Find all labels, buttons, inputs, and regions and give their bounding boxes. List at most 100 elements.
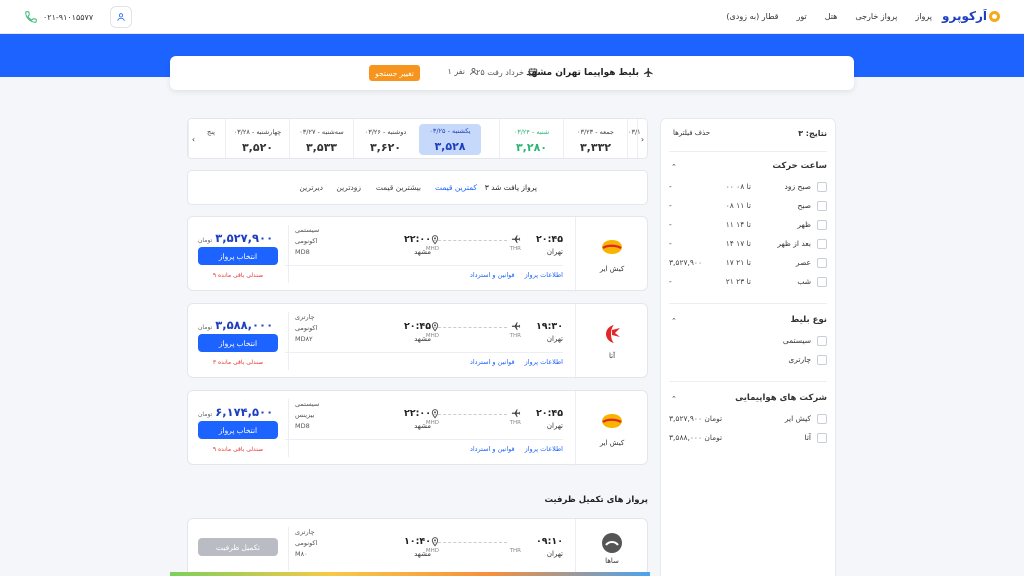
chevron-right-icon[interactable]: › [637,119,647,158]
time-filter-row[interactable]: عصر ۱۷ تا ۲۱ ۳,۵۲۷,۹۰۰ [669,257,827,271]
checkbox[interactable] [817,220,827,230]
ticket-type: چارتری [295,313,315,321]
select-flight-button[interactable]: انتخاب پرواز [198,247,278,265]
checkbox[interactable] [817,277,827,287]
time-filter-row[interactable]: ظهر ۱۱ تا ۱۴- [669,219,827,233]
airline-name: کیش ایر [599,265,625,273]
site-logo[interactable]: اَرکوپرو [942,9,1000,23]
flight-card: کیش ایر ۲۰:۴۵ تهران THR MHD ۲۲:۰۰ مشهد ا… [187,390,648,466]
date-cell[interactable]: جمعه - ۰۳/۲۳ ۳,۳۳۲ [563,119,627,158]
flight-info-link[interactable]: اطلاعات پرواز [525,271,563,279]
full-capacity-button: تکمیل ظرفیت [198,538,278,556]
route-block: ۲۰:۴۵ تهران THR MHD ۲۲:۰۰ مشهد [373,391,563,466]
sort-latest[interactable]: دیرترین [299,183,323,192]
departure-city: تهران [546,335,563,343]
flight-info-link[interactable]: اطلاعات پرواز [525,445,563,453]
search-title: بلیط هواپیما تهران مشهد [526,67,639,78]
location-pin-icon [431,537,439,547]
nav-tour[interactable]: تور [796,12,806,21]
date-cell[interactable]: سه‌شنبه - ۰۳/۲۷ ۳,۵۳۳ [289,119,353,158]
cabin-class: بیزینس [295,411,315,419]
flight-meta: چارتری اکونومی MD۸۲ [288,312,378,370]
checkbox[interactable] [817,182,827,192]
chevron-up-icon[interactable]: ⌃ [671,395,677,403]
airline-filter-row[interactable]: کیش ایر ۳,۵۲۷,۹۰۰ تومان [669,413,827,427]
sort-cheapest[interactable]: کمترین قیمت [435,183,477,192]
support-phone[interactable]: ۰۲۱-۹۱۰۱۵۵۷۷ [24,10,93,24]
sort-earliest[interactable]: زودترین [336,183,361,192]
select-flight-button[interactable]: انتخاب پرواز [198,421,278,439]
price: ۳,۵۲۷,۹۰۰ تومان [198,231,278,245]
departure-time: ۱۹:۳۰ [536,321,563,332]
date-price-bar: › ۰۳/۱ جمعه - ۰۳/۲۳ ۳,۳۳۲ شنبه - ۰۳/۲۴ ۳,۲… [187,118,648,159]
date-cell-selected[interactable]: یکشنبه - ۰۳/۲۵ ۳,۵۲۸ [419,124,481,155]
date-cell[interactable]: چهارشنبه - ۰۳/۲۸ ۳,۵۲۰ [225,119,289,158]
date-cell[interactable]: ۰۳/۱ [627,119,641,158]
time-filter-row[interactable]: صبح ۰۸ تا ۱۱- [669,200,827,214]
checkbox[interactable] [817,336,827,346]
aircraft: M۸۰ [295,550,308,558]
departure-city: تهران [546,550,563,558]
ticket-type-row[interactable]: چارتری [669,354,827,368]
checkbox[interactable] [817,414,827,424]
price-value: ۶,۱۷۴,۵۰۰ [215,405,274,419]
checkbox[interactable] [817,239,827,249]
flight-meta: سیستمی اکونومی MD8 [288,225,378,283]
clear-filters-link[interactable]: حذف فیلترها [673,129,710,137]
seats-left: ۳ صندلی باقی مانده [212,359,264,366]
departure-code: THR [509,333,521,339]
checkbox[interactable] [817,201,827,211]
user-account-button[interactable] [110,6,132,28]
airplane-icon [643,67,653,78]
flight-links: اطلاعات پرواز قوانین و استرداد [470,358,563,366]
flight-meta: چارتری اکونومی M۸۰ [288,527,378,571]
checkbox[interactable] [817,258,827,268]
airline-block: کیش ایر [575,391,647,466]
logo-mark [989,10,1000,22]
kish-air-logo-icon [602,240,622,254]
time-filter-row[interactable]: شب ۲۱ تا ۲۳- [669,276,827,290]
airline-filter-title: شرکت های هواپیمایی [735,393,827,403]
time-filter-row[interactable]: بعد از ظهر ۱۴ تا ۱۷- [669,238,827,252]
time-filter-title: ساعت حرکت [772,161,827,171]
arrival-city: مشهد [414,422,431,430]
checkbox[interactable] [817,355,827,365]
ticket-type-row[interactable]: سیستمی [669,335,827,349]
sort-most-expensive[interactable]: بیشترین قیمت [376,183,421,192]
nav-flight[interactable]: پرواز [915,12,932,21]
search-passengers: ۱ نفر [447,67,478,76]
date-cell-cheapest[interactable]: شنبه - ۰۳/۲۴ ۳,۲۸۰ [499,119,563,158]
location-pin-icon [431,322,439,332]
refund-rules-link[interactable]: قوانین و استرداد [470,445,515,453]
select-flight-button[interactable]: انتخاب پرواز [198,334,278,352]
nav-intl-flight[interactable]: پرواز خارجی [855,12,897,21]
date-cell[interactable]: پنج [196,119,225,158]
chevron-up-icon[interactable]: ⌃ [671,317,677,325]
cabin-class: اکونومی [295,324,318,332]
ticket-type: چارتری [295,528,315,536]
ata-logo-icon [606,325,620,343]
time-filter-row[interactable]: صبح زود ۰۰ تا ۰۸- [669,181,827,195]
departure-time: ۰۹:۱۰ [536,536,563,547]
calendar-icon [528,68,538,77]
flight-info-link[interactable]: اطلاعات پرواز [525,358,563,366]
arrival-city: مشهد [414,550,431,558]
checkbox[interactable] [817,433,827,443]
flight-card: کیش ایر ۲۰:۴۵ تهران THR MHD ۲۲:۰۰ مشهد ا… [187,216,648,292]
refund-rules-link[interactable]: قوانین و استرداد [470,271,515,279]
date-cell[interactable]: دوشنبه - ۰۳/۲۶ ۳,۶۲۰ [353,119,417,158]
chevron-up-icon[interactable]: ⌃ [671,163,677,171]
change-search-button[interactable]: تغییر جستجو [369,65,420,81]
flights-found: ۳ پرواز یافت شد [484,183,537,192]
airplane-icon [511,235,521,244]
nav-hotel[interactable]: هتل [825,12,838,21]
airline-block: کیش ایر [575,217,647,292]
airline-filter-row[interactable]: آتا ۳,۵۸۸,۰۰۰ تومان [669,432,827,446]
price-unit: تومان [198,237,213,244]
refund-rules-link[interactable]: قوانین و استرداد [470,358,515,366]
seats-left: ۹ صندلی باقی مانده [212,272,264,279]
nav-train[interactable]: قطار (به زودی) [726,12,778,21]
chevron-left-icon[interactable]: ‹ [188,119,198,158]
route-line [433,542,507,543]
departure-time: ۲۰:۴۵ [536,408,563,419]
